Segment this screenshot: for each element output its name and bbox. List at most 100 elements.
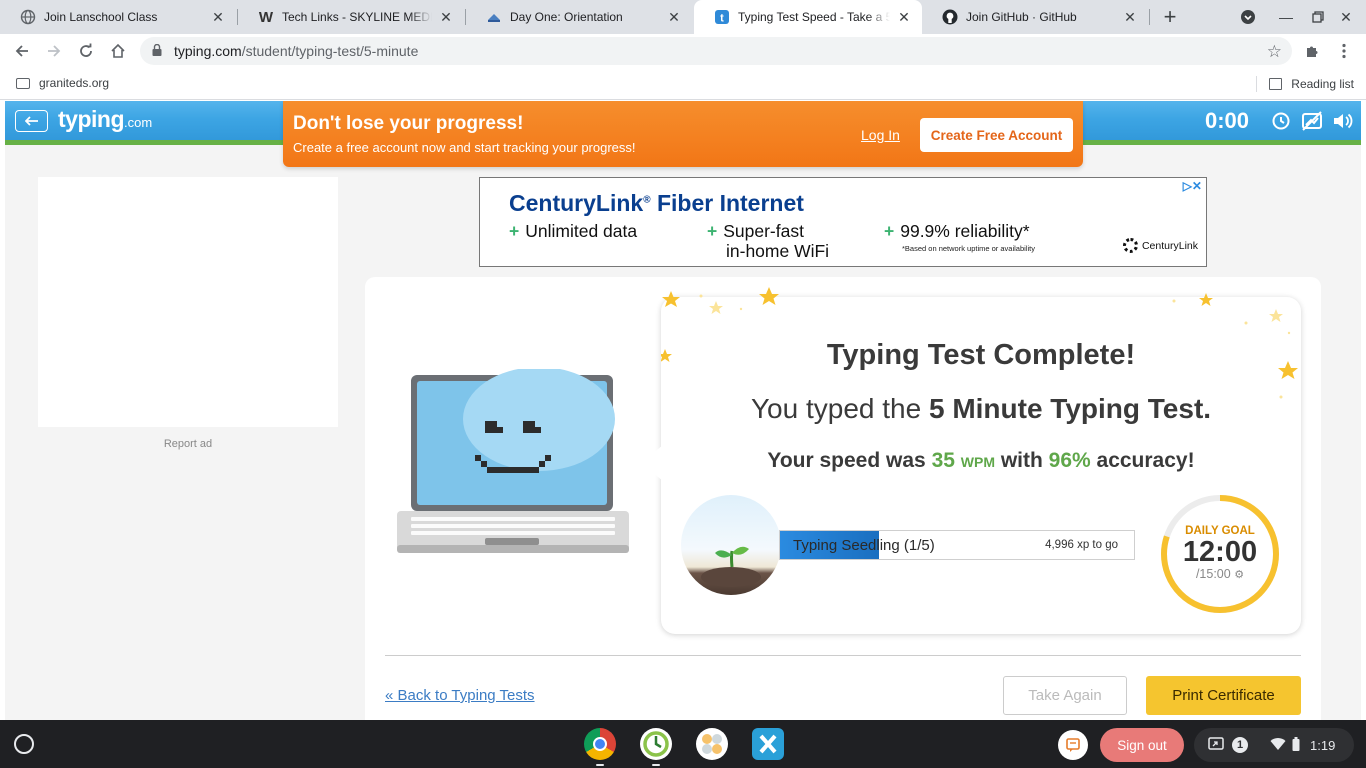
puzzle-icon: [1307, 46, 1318, 57]
bookmark-graniteds[interactable]: graniteds.org: [16, 76, 109, 90]
tab-day-one[interactable]: Day One: Orientation ✕: [466, 0, 692, 34]
result-speech-bubble: Typing Test Complete! You typed the 5 Mi…: [641, 287, 1301, 634]
launcher-button[interactable]: [14, 734, 34, 754]
daily-goal-total: /15:00 ⚙: [1159, 567, 1281, 581]
tab-tech-links[interactable]: W Tech Links - SKYLINE MEDIA CENTER ✕: [238, 0, 464, 34]
seedling-badge: [681, 495, 781, 595]
close-tab-icon[interactable]: ✕: [438, 9, 454, 25]
ad-headline: CenturyLink® Fiber Internet: [509, 190, 804, 217]
typed-prefix: You typed the: [750, 393, 929, 424]
tab-search-button[interactable]: [1236, 5, 1260, 29]
timer-app-icon[interactable]: [640, 728, 672, 760]
result-speed: Your speed was 35 WPM with 96% accuracy!: [661, 449, 1301, 473]
promo-subtitle: Create a free account now and start trac…: [293, 140, 636, 155]
typing-t-icon: t: [714, 9, 730, 25]
ad-headline-rest: Fiber Internet: [650, 190, 804, 216]
screen-capture-icon: [1208, 736, 1224, 754]
arrow-left-icon: [15, 45, 28, 57]
app-grid-icon[interactable]: [696, 728, 728, 760]
tab-github[interactable]: Join GitHub · GitHub ✕: [922, 0, 1148, 34]
reading-list-button[interactable]: Reading list: [1256, 76, 1354, 92]
url-path: /student/typing-test/5-minute: [241, 43, 419, 59]
seedling-icon: [701, 546, 761, 587]
plus-icon: +: [884, 221, 895, 241]
ad-bullet-wifi: + Super-fast in-home WiFi: [707, 221, 829, 261]
daily-goal-total-text: /15:00: [1195, 567, 1231, 581]
lock-icon: [152, 43, 164, 59]
github-icon: [942, 9, 958, 25]
history-icon[interactable]: [1269, 110, 1292, 132]
result-test-name: You typed the 5 Minute Typing Test.: [661, 393, 1301, 425]
tab-lanschool[interactable]: Join Lanschool Class ✕: [0, 0, 236, 34]
logo-suffix: .com: [124, 115, 153, 130]
daily-goal-ring[interactable]: DAILY GOAL 12:00 /15:00 ⚙: [1159, 493, 1281, 615]
chrome-app-icon[interactable]: [584, 728, 616, 760]
wpm-value: 35: [931, 449, 955, 472]
bookmark-star-icon[interactable]: ☆: [1267, 42, 1282, 62]
timer-display: 0:00: [1205, 108, 1250, 133]
print-certificate-button[interactable]: Print Certificate: [1146, 676, 1301, 715]
forward-button[interactable]: [41, 38, 67, 64]
promo-title: Don't lose your progress!: [293, 113, 524, 134]
close-tab-icon[interactable]: ✕: [896, 9, 912, 25]
smiling-laptop-illustration: [397, 369, 629, 553]
results-card: Typing Test Complete! You typed the 5 Mi…: [365, 277, 1321, 720]
svg-text:t: t: [720, 13, 724, 25]
logo-text: typing: [58, 106, 125, 132]
close-tab-icon[interactable]: ✕: [666, 9, 682, 25]
centurylink-banner-ad[interactable]: ▷✕ CenturyLink® Fiber Internet + Unlimite…: [479, 177, 1207, 267]
close-tab-icon[interactable]: ✕: [1122, 9, 1138, 25]
extensions-button[interactable]: [1299, 38, 1325, 64]
folder-icon: [16, 77, 30, 89]
daily-goal-time: 12:00: [1182, 536, 1258, 568]
volume-icon[interactable]: [1331, 110, 1354, 132]
page-content: typing.com 0:00 Don't lose your progress…: [5, 101, 1361, 720]
running-indicator: [596, 764, 604, 766]
address-bar[interactable]: typing.com/student/typing-test/5-minute …: [140, 37, 1292, 65]
browser-toolbar: typing.com/student/typing-test/5-minute …: [0, 34, 1366, 68]
plus-icon: +: [707, 221, 718, 241]
speed-mid: with: [994, 449, 1049, 472]
take-again-button[interactable]: Take Again: [1003, 676, 1127, 715]
adchoices-icon[interactable]: ▷✕: [1183, 179, 1202, 193]
typing-logo[interactable]: typing.com: [58, 106, 152, 133]
left-ad-slot[interactable]: [38, 177, 338, 427]
x-app-icon[interactable]: [752, 728, 784, 760]
menu-button[interactable]: [1331, 38, 1357, 64]
wpm-unit: WPM: [960, 454, 995, 470]
back-to-typing-tests-link[interactable]: « Back to Typing Tests: [385, 687, 535, 704]
home-button[interactable]: [105, 38, 131, 64]
signup-promo-banner: Don't lose your progress! Create a free …: [283, 101, 1083, 167]
visual-effects-off-icon[interactable]: [1300, 110, 1323, 132]
back-button[interactable]: [9, 38, 35, 64]
ad-bullet-text: 99.9% reliability*: [900, 221, 1030, 241]
ad-bullet-reliability: +99.9% reliability*: [884, 221, 1030, 241]
separator: [1256, 76, 1258, 92]
level-label: Typing Seedling (1/5): [793, 537, 935, 554]
tab-title: Typing Test Speed - Take a 5 Minute Typi…: [738, 10, 890, 24]
xp-to-go: 4,996 xp to go: [1045, 539, 1118, 551]
sign-out-button[interactable]: Sign out: [1100, 728, 1184, 762]
tab-separator: [1149, 9, 1150, 25]
login-link[interactable]: Log In: [861, 127, 900, 143]
reload-button[interactable]: [73, 38, 99, 64]
minimize-button[interactable]: —: [1274, 5, 1298, 29]
battery-icon: [1292, 736, 1300, 754]
globe-icon: [20, 9, 36, 25]
restore-button[interactable]: [1306, 5, 1330, 29]
tab-title: Day One: Orientation: [510, 10, 623, 24]
tab-typing-test[interactable]: t Typing Test Speed - Take a 5 Minute Ty…: [694, 0, 922, 34]
system-tray[interactable]: 1 1:19: [1194, 728, 1354, 762]
chromeos-shelf: Sign out 1 1:19: [0, 720, 1366, 768]
create-account-button[interactable]: Create Free Account: [920, 118, 1073, 152]
gear-icon[interactable]: ⚙: [1234, 569, 1244, 581]
url-host: typing.com: [174, 43, 242, 59]
close-window-button[interactable]: ✕: [1334, 5, 1358, 29]
note-tray-icon[interactable]: [1058, 730, 1088, 760]
report-ad-link[interactable]: Report ad: [38, 438, 338, 450]
ad-fineprint: *Based on network uptime or availability: [902, 244, 1035, 253]
new-tab-button[interactable]: +: [1158, 4, 1182, 29]
site-back-button[interactable]: [15, 110, 48, 132]
close-tab-icon[interactable]: ✕: [210, 9, 226, 25]
tab-title: Join Lanschool Class: [44, 10, 158, 24]
